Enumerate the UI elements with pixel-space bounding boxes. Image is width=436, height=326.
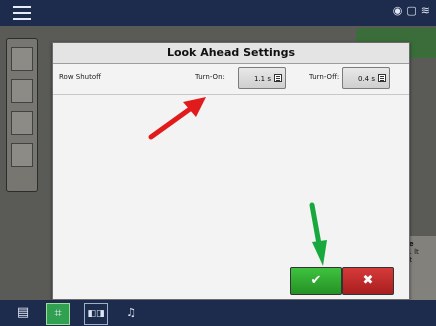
sensor-icon: ▢ [406, 4, 417, 17]
cancel-button[interactable]: ✖ [342, 267, 394, 295]
menu-icon[interactable] [13, 6, 31, 20]
turn-on-label: Turn-On: [195, 73, 225, 81]
keyboard-icon [274, 74, 282, 82]
gps-icon: ◉ [392, 4, 403, 17]
row-shutoff-label: Row Shutoff [59, 73, 101, 81]
status-icons: ◉ ▢ ≋ [393, 4, 430, 17]
turn-off-label: Turn-Off: [309, 73, 340, 81]
signal-icon: ≋ [420, 4, 430, 17]
map-icon[interactable]: ⌗ [46, 303, 70, 325]
home-icon[interactable]: ▤ [12, 303, 34, 323]
bottom-bar: ▤ ⌗ ◧◨ ♫ [0, 300, 436, 326]
turn-on-value: 1.1 s [253, 75, 271, 83]
keyboard-icon [378, 74, 386, 82]
music-icon[interactable]: ♫ [120, 303, 142, 323]
top-bar: ◉ ▢ ≋ [0, 0, 436, 26]
dialog-title: Look Ahead Settings [53, 43, 409, 64]
look-ahead-settings-dialog: Look Ahead Settings Row Shutoff Turn-On:… [52, 42, 410, 300]
turn-off-input[interactable]: 0.4 s [342, 67, 390, 89]
row-shutoff-row: Row Shutoff Turn-On: 1.1 s Turn-Off: 0.4… [53, 64, 409, 95]
ok-button[interactable]: ✔ [290, 267, 342, 295]
checkmark-icon: ✔ [310, 273, 322, 288]
turn-off-value: 0.4 s [357, 75, 375, 83]
turn-on-input[interactable]: 1.1 s [238, 67, 286, 89]
close-icon: ✖ [362, 273, 374, 288]
split-view-icon[interactable]: ◧◨ [84, 303, 108, 325]
